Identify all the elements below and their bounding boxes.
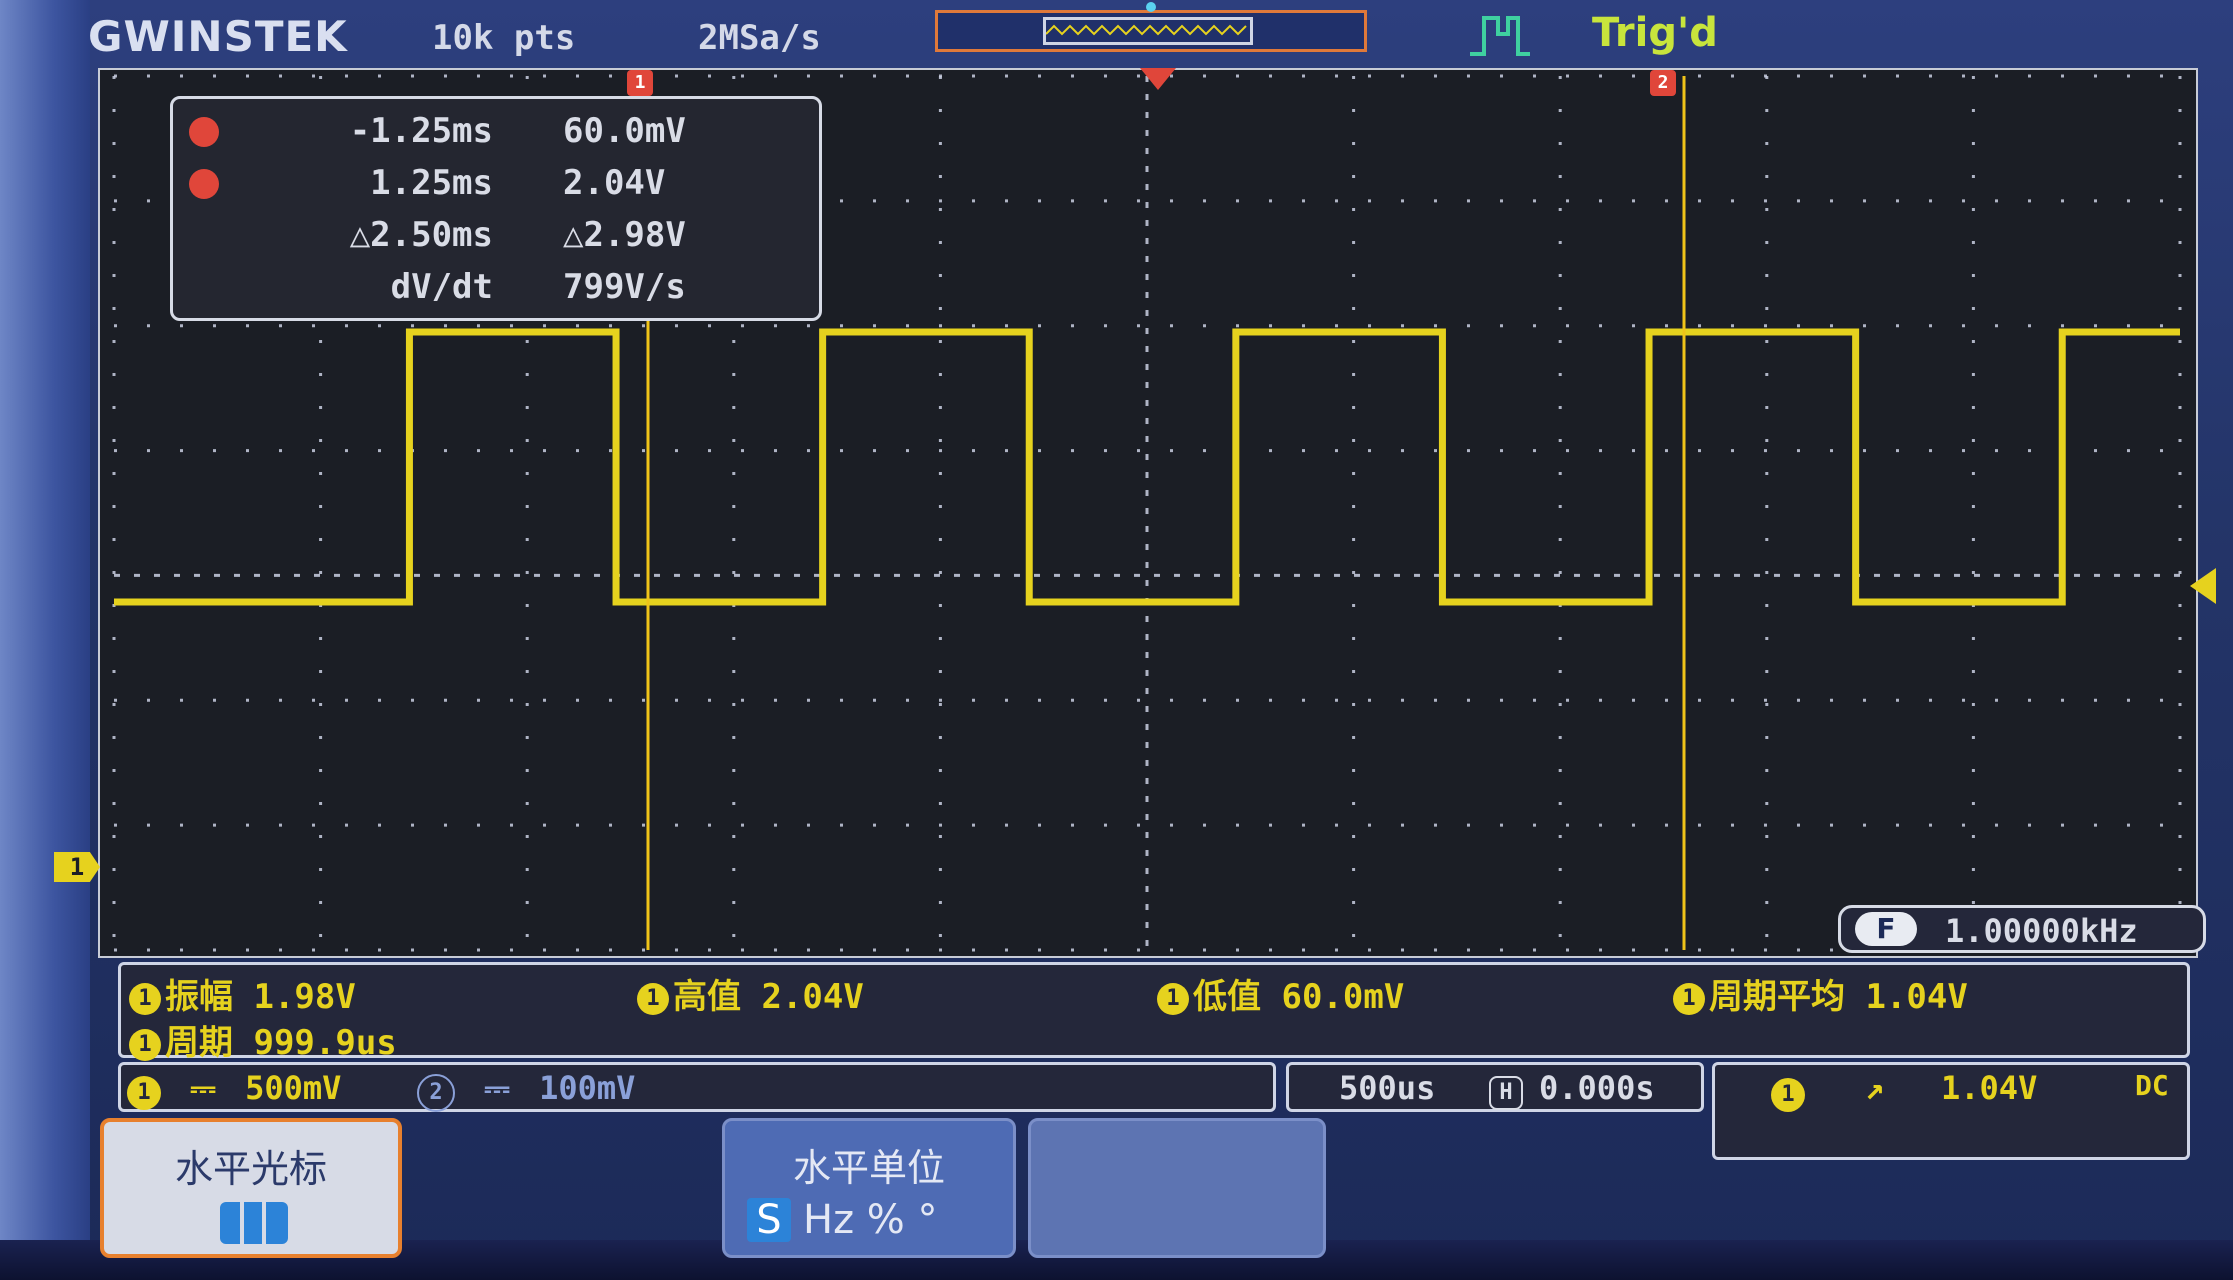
cursor1-top-marker[interactable]: 1 xyxy=(627,70,653,96)
measurement-channel-badge: 1 xyxy=(637,982,669,1015)
softkey-disabled xyxy=(1028,1118,1326,1258)
horizontal-icon: H xyxy=(1489,1069,1523,1110)
measurement-high[interactable]: 1 高值 2.04V xyxy=(637,969,864,1018)
trigger-coupling: DC xyxy=(2135,1069,2169,1102)
measurement-text: 高值 2.04V xyxy=(673,977,864,1017)
delta-row: △2.50ms △2.98V xyxy=(173,211,819,261)
softkey-title: 水平光标 xyxy=(174,1147,327,1191)
measurement-low[interactable]: 1 低值 60.0mV xyxy=(1157,969,1404,1018)
cursor2-dot-icon xyxy=(189,169,219,199)
channel-status-bar: 1 ⎓ 500mV 2 ⎓ 100mV xyxy=(118,1062,1276,1112)
softkey-horizontal-cursor[interactable]: 水平光标 xyxy=(100,1118,402,1258)
ch1-waveform xyxy=(114,328,2180,606)
sample-rate: 2MSa/s xyxy=(698,18,821,58)
ch1-badge: 1 xyxy=(127,1076,161,1110)
measurement-channel-badge: 1 xyxy=(129,982,161,1015)
measurement-text: 周期平均 1.04V xyxy=(1709,977,1968,1017)
frequency-icon: F xyxy=(1855,912,1917,946)
slope-value: 799V/s xyxy=(563,267,686,307)
cursor2-top-marker[interactable]: 2 xyxy=(1650,70,1676,96)
ch2-coupling-icon: ⎓ xyxy=(484,1069,510,1107)
unit-other-options: Hz % ° xyxy=(803,1197,938,1243)
cursor-readout-panel: -1.25ms 60.0mV 1.25ms 2.04V △2.50ms △2.9… xyxy=(170,96,822,321)
cursor1-row: -1.25ms 60.0mV xyxy=(173,107,819,157)
trigger-slope-icon: ↗ xyxy=(1865,1069,1885,1107)
measurement-channel-badge: 1 xyxy=(1157,982,1189,1015)
timebase-scale: 500us xyxy=(1339,1069,1436,1107)
bezel-left xyxy=(0,0,90,1280)
cursor2-top-marker-label: 2 xyxy=(1657,72,1669,93)
measurement-period[interactable]: 1 周期 999.9us xyxy=(129,1015,397,1064)
memory-wave-icon xyxy=(1046,24,1247,36)
softkey-horizontal-unit[interactable]: 水平单位 S Hz % ° xyxy=(722,1118,1016,1258)
frequency-counter: F 1.00000kHz xyxy=(1838,905,2206,953)
cursor-bars-icon xyxy=(220,1202,288,1244)
cursor1-value: 60.0mV xyxy=(563,111,686,151)
unit-seconds-selected: S xyxy=(747,1198,791,1242)
ch2-badge: 2 xyxy=(417,1074,455,1112)
ch1-status[interactable]: 1 ⎓ 500mV xyxy=(127,1069,341,1110)
trigger-level: 1.04V xyxy=(1941,1069,2038,1107)
slope-row: dV/dt 799V/s xyxy=(173,263,819,313)
measurement-panel: 1 振幅 1.98V 1 高值 2.04V 1 低值 60.0mV 1 周期平均 1.0… xyxy=(118,962,2190,1063)
measurement-text: 振幅 1.98V xyxy=(165,977,356,1017)
cursor2-row: 1.25ms 2.04V xyxy=(173,159,819,209)
horizontal-status[interactable]: 500us H 0.000s xyxy=(1286,1062,1704,1112)
frequency-value: 1.00000kHz xyxy=(1945,912,2138,950)
trigger-position-dot xyxy=(1146,2,1156,12)
trigger-edge-icon xyxy=(1470,16,1530,56)
delta-value: △2.98V xyxy=(563,215,686,255)
record-length: 10k pts xyxy=(432,18,576,58)
memory-bar xyxy=(935,10,1367,52)
measurement-channel-badge: 1 xyxy=(1673,982,1705,1015)
trigger-status: Trig'd xyxy=(1592,10,1718,56)
trigger-status-panel[interactable]: 1 ↗ 1.04V DC xyxy=(1712,1062,2190,1160)
ch1-scale: 500mV xyxy=(245,1069,342,1107)
measurement-channel-badge: 1 xyxy=(129,1028,161,1061)
ch2-status[interactable]: 2 ⎓ 100mV xyxy=(417,1069,635,1112)
measurement-cycle-mean[interactable]: 1 周期平均 1.04V xyxy=(1673,969,1968,1018)
trigger-time-marker[interactable] xyxy=(1140,68,1176,90)
ch2-scale: 100mV xyxy=(539,1069,636,1107)
trigger-source-badge: 1 xyxy=(1771,1071,1805,1112)
cursor2-value: 2.04V xyxy=(563,163,666,203)
brand-logo: GWINSTEK xyxy=(88,12,348,61)
cursor2-time: 1.25ms xyxy=(370,163,493,203)
top-status-bar: GWINSTEK 10k pts 2MSa/s Trig'd xyxy=(0,0,2233,68)
cursor1-dot-icon xyxy=(189,117,219,147)
unit-options: S Hz % ° xyxy=(747,1197,938,1243)
cursor1-top-marker-label: 1 xyxy=(634,72,646,93)
cursor1-time: -1.25ms xyxy=(349,111,493,151)
horizontal-position: 0.000s xyxy=(1539,1069,1655,1107)
softkey-title: 水平单位 xyxy=(792,1146,945,1190)
memory-view-window xyxy=(1043,17,1253,45)
measurement-amplitude[interactable]: 1 振幅 1.98V xyxy=(129,969,356,1018)
delta-time: △2.50ms xyxy=(349,215,493,255)
measurement-text: 周期 999.9us xyxy=(165,1023,397,1063)
measurement-text: 低值 60.0mV xyxy=(1193,977,1405,1017)
ch1-coupling-icon: ⎓ xyxy=(190,1069,216,1107)
slope-label: dV/dt xyxy=(390,267,493,307)
